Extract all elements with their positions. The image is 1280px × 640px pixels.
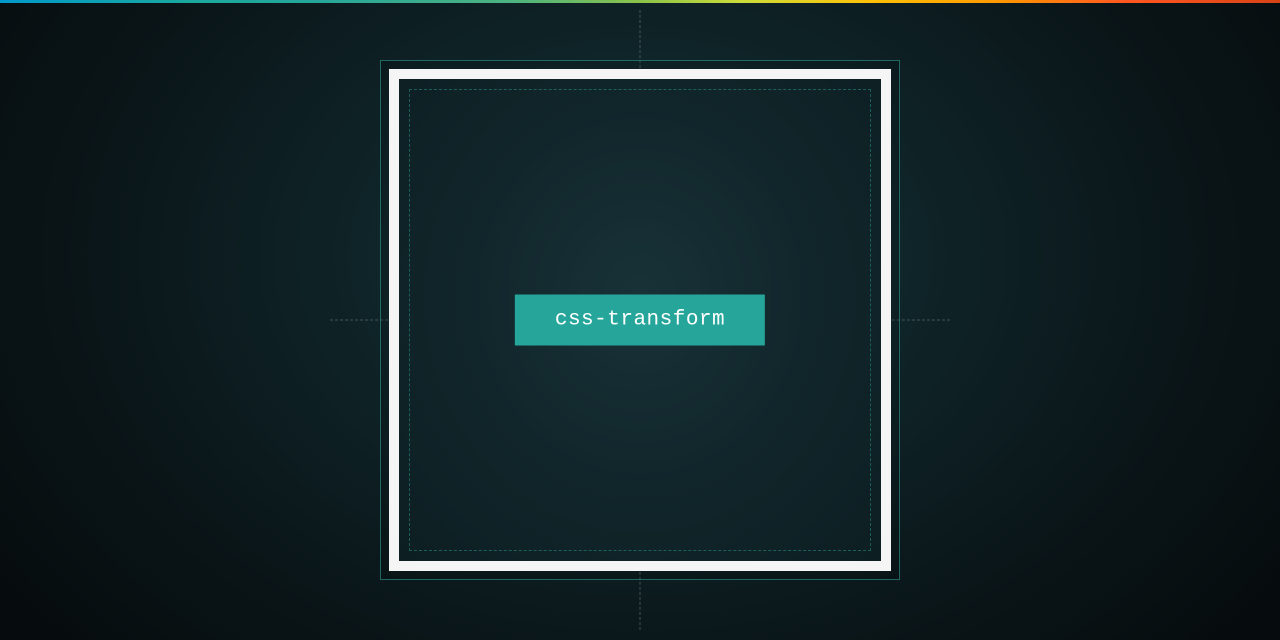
property-label: css-transform [555,309,725,332]
top-gradient-bar [0,0,1280,3]
diagram-stage: css-transform [380,60,900,580]
property-badge: css-transform [515,295,765,346]
